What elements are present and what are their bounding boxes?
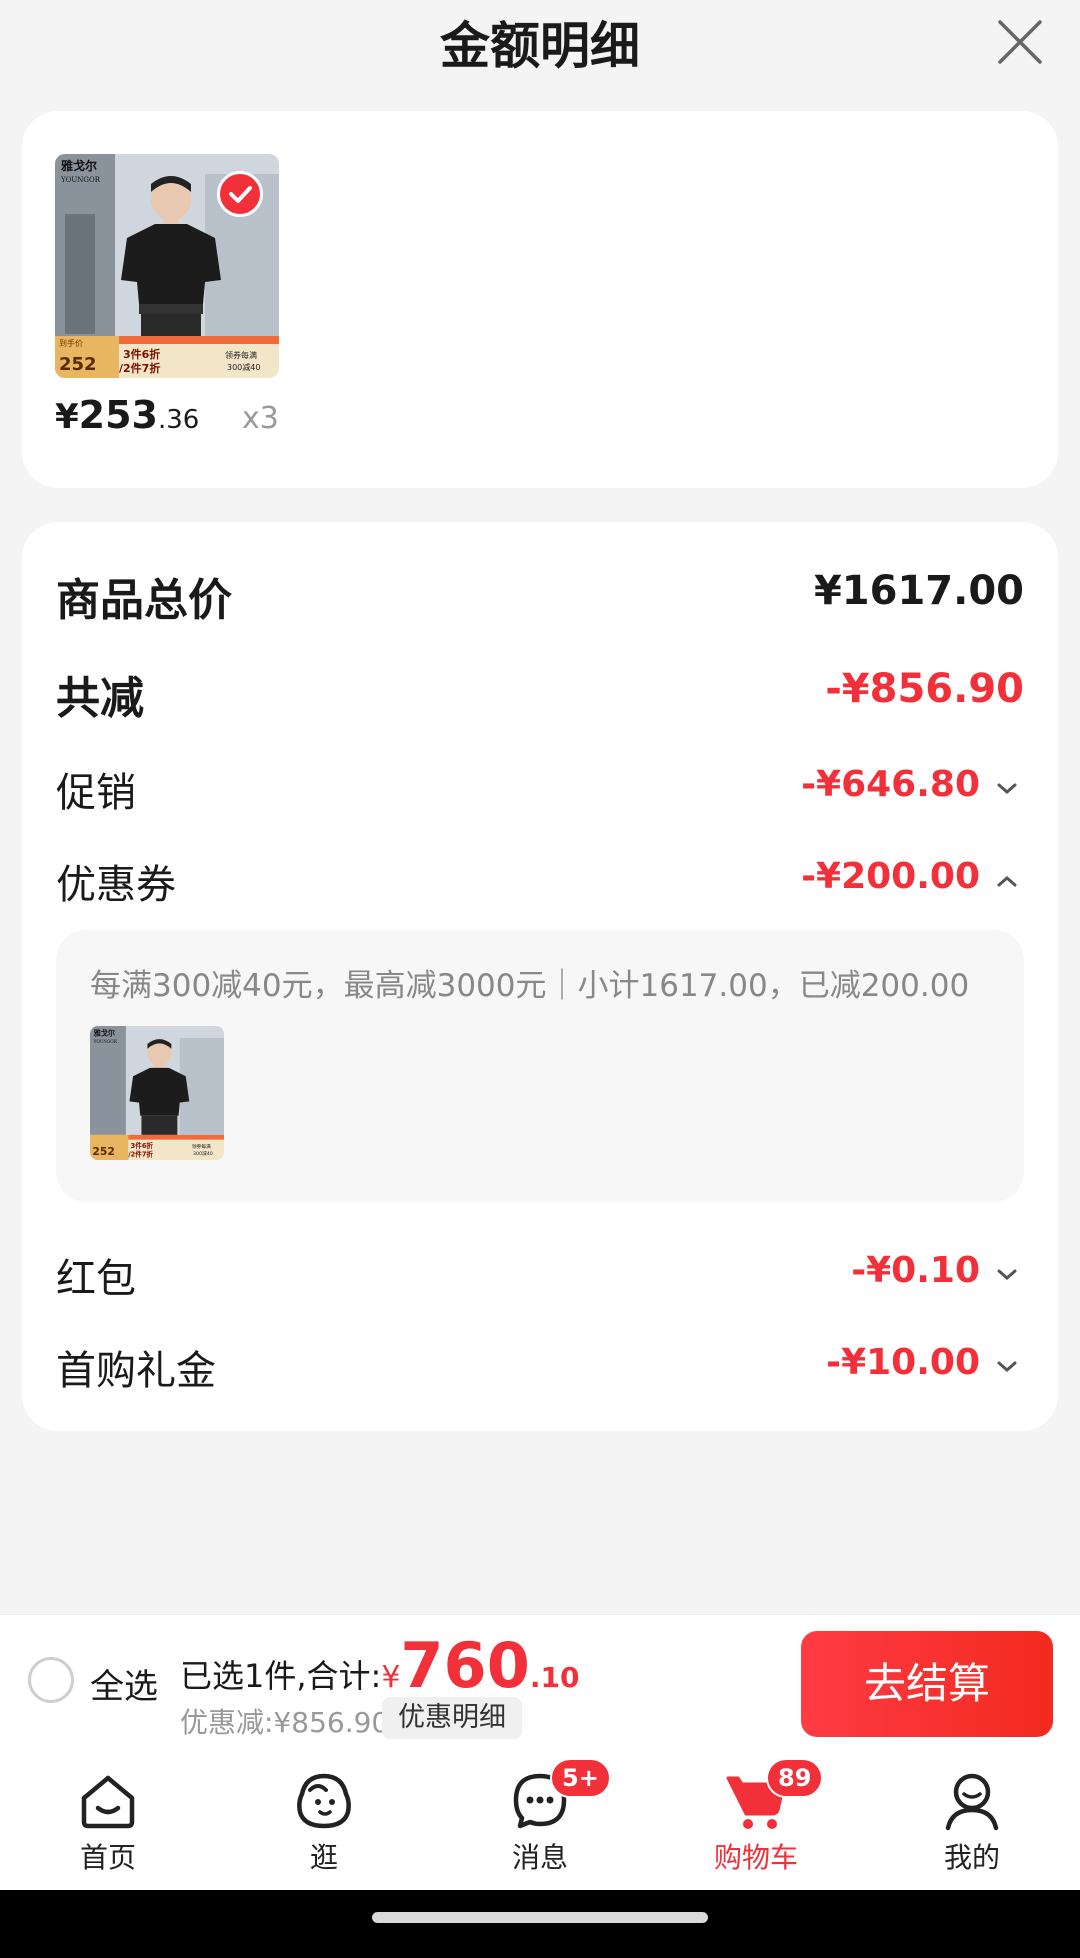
row-promo[interactable]: 促销 -¥646.80: [56, 760, 1024, 820]
message-badge: 5+: [550, 1758, 611, 1798]
row-reduced: 共减 -¥856.90: [56, 662, 1024, 724]
svg-text:/2件7折: /2件7折: [128, 1149, 153, 1158]
checkout-bar: 全选 已选1件,合计:¥760.10 优惠减:¥856.90 优惠明细 去结算: [0, 1614, 1080, 1752]
promo-label-text: 到手价: [59, 338, 83, 348]
svg-text:雅戈尔: 雅戈尔: [60, 158, 97, 173]
discount-text: 优惠减:¥856.90: [180, 1706, 390, 1739]
product-card: 到手价 252 3件6折 /2件7折 领券每满 300减40 雅戈尔 YOUNG…: [22, 111, 1058, 488]
firstbuy-label: 首购礼金: [56, 1348, 216, 1394]
cart-badge: 89: [766, 1758, 824, 1798]
close-icon[interactable]: [992, 14, 1048, 70]
system-nav-bar: [0, 1890, 1080, 1958]
svg-text:3件6折: 3件6折: [131, 1141, 154, 1150]
selected-check-icon[interactable]: [217, 171, 263, 217]
coupon-detail-box: 每满300减40元，最高减3000元｜小计1617.00，已减200.00 25…: [56, 930, 1024, 1202]
row-firstbuy[interactable]: 首购礼金 -¥10.00: [56, 1338, 1024, 1398]
profile-icon: [945, 1773, 999, 1831]
home-icon: [81, 1775, 135, 1829]
row-redpacket[interactable]: 红包 -¥0.10: [56, 1246, 1024, 1306]
svg-text:YOUNGOR: YOUNGOR: [60, 176, 101, 184]
svg-text:YOUNGOR: YOUNGOR: [93, 1039, 118, 1044]
amount-breakdown-card: 商品总价 ¥1617.00 共减 -¥856.90 促销 -¥646.80 优惠…: [22, 522, 1058, 1431]
coupon-product-thumbnail[interactable]: 252 3件6折 /2件7折 领券每满 300减40 雅戈尔 YOUNGOR: [90, 1026, 224, 1160]
svg-text:252: 252: [92, 1145, 114, 1158]
tab-messages[interactable]: 5+ 消息: [432, 1752, 648, 1890]
select-all-label[interactable]: 全选: [90, 1659, 158, 1708]
product-quantity: x3: [242, 401, 279, 436]
discount-detail-button[interactable]: 优惠明细: [382, 1697, 522, 1739]
home-indicator[interactable]: [372, 1912, 708, 1923]
tab-bar: 首页 逛 5+ 消息 89 购物车 我的: [0, 1752, 1080, 1890]
page-title: 金额明细: [440, 17, 640, 75]
svg-text:300减40: 300减40: [227, 362, 260, 372]
coupon-value: -¥200.00: [801, 856, 980, 897]
coupon-description: 每满300减40元，最高减3000元｜小计1617.00，已减200.00: [90, 968, 970, 1004]
svg-text:领券每满: 领券每满: [225, 350, 257, 360]
row-total: 商品总价 ¥1617.00: [56, 564, 1024, 626]
select-all-checkbox[interactable]: [28, 1657, 74, 1703]
row-coupon[interactable]: 优惠券 -¥200.00: [56, 852, 1024, 912]
reduced-value: -¥856.90: [825, 666, 1024, 712]
tab-cart[interactable]: 89 购物车: [648, 1752, 864, 1890]
total-label: 商品总价: [56, 575, 232, 626]
svg-text:雅戈尔: 雅戈尔: [93, 1029, 115, 1038]
promo-label: 促销: [56, 770, 136, 816]
chevron-up-icon[interactable]: [994, 868, 1020, 894]
redpacket-value: -¥0.10: [851, 1250, 980, 1291]
chevron-down-icon[interactable]: [994, 776, 1020, 802]
redpacket-label: 红包: [56, 1256, 136, 1302]
coupon-label: 优惠券: [56, 862, 176, 908]
tab-home[interactable]: 首页: [0, 1752, 216, 1890]
header: 金额明细: [0, 0, 1080, 90]
tab-browse[interactable]: 逛: [216, 1752, 432, 1890]
checkout-button[interactable]: 去结算: [801, 1631, 1053, 1737]
firstbuy-value: -¥10.00: [826, 1342, 980, 1383]
svg-text:252: 252: [59, 354, 97, 375]
checkout-summary: 已选1件,合计:¥760.10: [180, 1629, 580, 1702]
svg-text:/2件7折: /2件7折: [119, 361, 160, 375]
tab-profile[interactable]: 我的: [864, 1752, 1080, 1890]
promo-value: -¥646.80: [801, 764, 980, 805]
reduced-label: 共减: [56, 673, 144, 724]
chevron-down-icon[interactable]: [994, 1354, 1020, 1380]
svg-text:3件6折: 3件6折: [123, 347, 160, 361]
chevron-down-icon[interactable]: [994, 1262, 1020, 1288]
total-value: ¥1617.00: [813, 568, 1024, 614]
browse-icon: [297, 1773, 351, 1829]
product-price: ¥253.36: [55, 393, 200, 437]
